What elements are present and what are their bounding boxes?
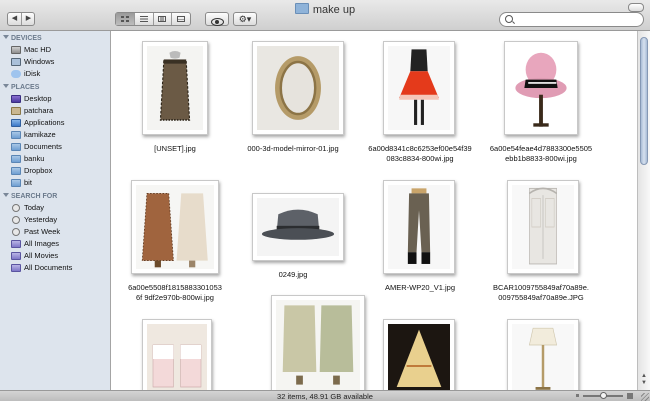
smart-icon xyxy=(11,264,21,272)
search-field xyxy=(499,12,644,27)
file-thumbnail[interactable] xyxy=(142,319,212,390)
disclosure-triangle-icon[interactable] xyxy=(3,84,9,88)
sidebar-item-desktop[interactable]: Desktop xyxy=(0,93,110,105)
smart-icon xyxy=(11,252,21,260)
vertical-scrollbar[interactable]: ▲ ▼ xyxy=(637,31,650,390)
forward-arrow-icon[interactable]: ▶ xyxy=(22,13,35,25)
folder-icon xyxy=(11,179,21,187)
sidebar-item-kamikaze[interactable]: kamikaze xyxy=(0,129,110,141)
home-icon xyxy=(11,107,21,115)
folder-icon xyxy=(11,167,21,175)
search-icon xyxy=(505,15,513,23)
folder-icon xyxy=(11,143,21,151)
zoom-large-icon xyxy=(627,393,633,399)
list-view-button[interactable] xyxy=(135,13,154,25)
smart-icon xyxy=(11,240,21,248)
status-text: 32 items, 48.91 GB available xyxy=(277,392,373,401)
scroll-arrows[interactable]: ▲ ▼ xyxy=(640,373,648,387)
sidebar: DEVICES Mac HD Windows iDisk PLACES Desktop pa… xyxy=(0,31,111,390)
sidebar-item-dropbox[interactable]: Dropbox xyxy=(0,165,110,177)
apps-icon xyxy=(11,119,21,127)
folder-icon xyxy=(11,155,21,163)
folder-icon xyxy=(11,131,21,139)
file-item[interactable] xyxy=(115,31,235,390)
disclosure-triangle-icon[interactable] xyxy=(3,35,9,39)
file-thumbnail[interactable] xyxy=(507,319,579,390)
sidebar-item-yesterday[interactable]: Yesterday xyxy=(0,214,110,226)
sidebar-item-all-documents[interactable]: All Documents xyxy=(0,262,110,274)
sidebar-item-all-movies[interactable]: All Movies xyxy=(0,250,110,262)
file-thumbnail[interactable] xyxy=(383,319,455,390)
search-input[interactable] xyxy=(516,14,636,25)
resize-grip[interactable] xyxy=(641,393,649,401)
file-item[interactable] xyxy=(233,31,365,390)
clock-icon xyxy=(12,228,20,236)
file-item[interactable] xyxy=(481,31,601,390)
status-bar: 32 items, 48.91 GB available xyxy=(0,390,650,401)
view-mode-switcher xyxy=(115,12,191,26)
file-item[interactable] xyxy=(360,31,480,390)
file-thumbnail[interactable] xyxy=(271,295,365,390)
disk-icon xyxy=(11,46,21,54)
sidebar-section-header[interactable]: DEVICES xyxy=(0,34,110,44)
desk-icon xyxy=(11,95,21,103)
sidebar-item-mac-hd[interactable]: Mac HD xyxy=(0,44,110,56)
sidebar-item-documents[interactable]: Documents xyxy=(0,141,110,153)
coverflow-view-button[interactable] xyxy=(172,13,190,25)
sidebar-item-all-images[interactable]: All Images xyxy=(0,238,110,250)
clock-icon xyxy=(12,216,20,224)
back-arrow-icon[interactable]: ◀ xyxy=(8,13,22,25)
disclosure-triangle-icon[interactable] xyxy=(3,193,9,197)
icon-size-slider[interactable] xyxy=(583,392,623,399)
finder-window: make up ◀ ▶ ⚙▾ DEVICES Mac HD Windows iDisk… xyxy=(0,0,650,401)
sidebar-section-header[interactable]: SEARCH FOR xyxy=(0,192,110,202)
coverflow-view-icon xyxy=(177,16,186,22)
scrollbar-thumb[interactable] xyxy=(640,37,648,165)
icon-view-icon xyxy=(120,16,129,22)
eye-icon xyxy=(210,18,224,26)
zoom-small-icon xyxy=(576,394,579,397)
sidebar-item-windows[interactable]: Windows xyxy=(0,56,110,68)
clock-icon xyxy=(12,204,20,212)
quick-look-button[interactable] xyxy=(205,12,229,26)
list-view-icon xyxy=(139,16,148,22)
win-icon xyxy=(11,58,21,66)
sidebar-section-header[interactable]: PLACES xyxy=(0,83,110,93)
toolbar-toggle-button[interactable] xyxy=(628,3,644,12)
sidebar-item-past-week[interactable]: Past Week xyxy=(0,226,110,238)
column-view-icon xyxy=(158,16,167,22)
toolbar: make up ◀ ▶ ⚙▾ xyxy=(0,0,650,31)
sidebar-item-idisk[interactable]: iDisk xyxy=(0,68,110,80)
action-menu-button[interactable]: ⚙▾ xyxy=(233,12,257,26)
sidebar-item-applications[interactable]: Applications xyxy=(0,117,110,129)
sidebar-item-bit[interactable]: bit xyxy=(0,177,110,189)
column-view-button[interactable] xyxy=(154,13,173,25)
icon-view-button[interactable] xyxy=(116,13,135,25)
sidebar-item-today[interactable]: Today xyxy=(0,202,110,214)
cloud-icon xyxy=(11,70,21,78)
sidebar-item-patchara[interactable]: patchara xyxy=(0,105,110,117)
sidebar-item-banku[interactable]: banku xyxy=(0,153,110,165)
file-grid: [UNSET].jpg 000-3d-model-mirror-01.jpg 6a0… xyxy=(111,31,637,390)
folder-icon xyxy=(294,3,309,14)
slider-knob[interactable] xyxy=(599,392,607,399)
nav-buttons: ◀ ▶ xyxy=(7,12,35,26)
